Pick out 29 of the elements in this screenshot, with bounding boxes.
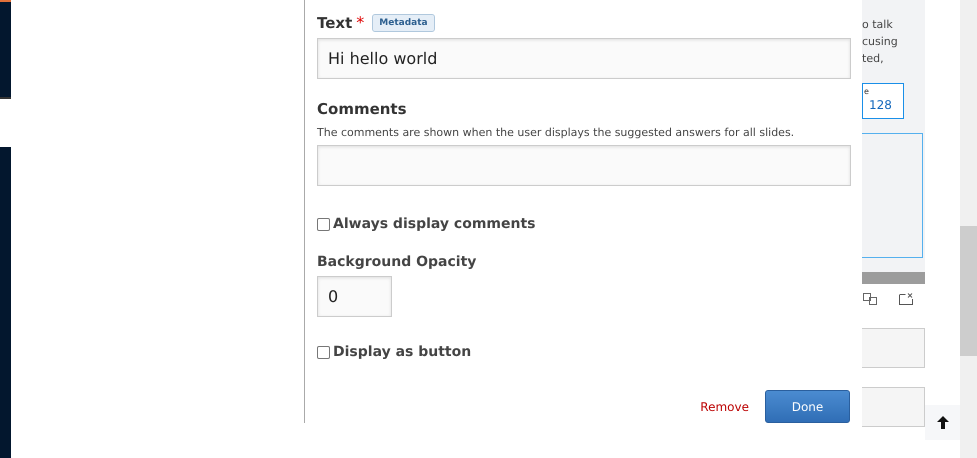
checkbox-label[interactable]: Always display comments: [333, 216, 536, 232]
body-text: cusing: [862, 34, 899, 50]
comments-input[interactable]: [317, 145, 851, 186]
toolbar-bar: [862, 272, 925, 284]
input-box[interactable]: [862, 328, 925, 368]
checkbox[interactable]: [317, 346, 330, 358]
back-to-top-button[interactable]: [925, 405, 960, 440]
checkbox[interactable]: [317, 218, 330, 230]
help-text: The comments are shown when the user displays the suggested answers for all slides.: [317, 126, 794, 139]
copy-icon[interactable]: [863, 293, 877, 305]
value-box[interactable]: e 128: [862, 83, 904, 119]
field-label: Background Opacity: [317, 254, 476, 270]
done-button[interactable]: Done: [765, 390, 850, 423]
arrow-up-icon: [936, 416, 948, 429]
scrollbar[interactable]: [960, 0, 977, 458]
opacity-input[interactable]: 0: [317, 276, 392, 317]
box-value: 128: [868, 97, 893, 113]
body-text: ted,: [862, 51, 885, 67]
checkbox-label[interactable]: Display as button: [333, 344, 472, 360]
field-label: Comments: [317, 100, 407, 118]
close-icon[interactable]: [899, 293, 913, 305]
field-label: Text: [317, 14, 352, 32]
remove-link[interactable]: Remove: [700, 400, 749, 414]
input-box[interactable]: [862, 387, 925, 427]
metadata-tag[interactable]: Metadata: [372, 14, 435, 32]
body-text: o talk: [862, 17, 894, 33]
required-mark: *: [356, 13, 364, 32]
text-input[interactable]: Hi hello world: [317, 38, 851, 79]
box-label: e: [864, 87, 870, 97]
